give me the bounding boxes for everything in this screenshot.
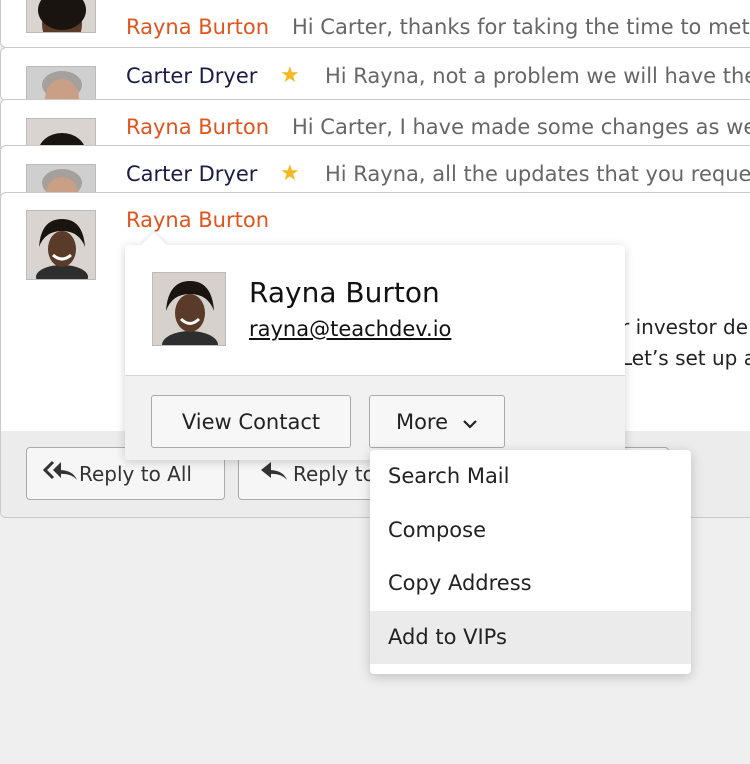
sender-name: Carter Dryer <box>126 162 258 186</box>
more-button[interactable]: More <box>369 395 505 448</box>
contact-email-link[interactable]: rayna@teachdev.io <box>249 317 451 341</box>
message-body-line: Let’s set up a <box>621 346 750 370</box>
more-label: More <box>395 409 449 434</box>
star-icon[interactable]: ★ <box>280 161 300 186</box>
message-row[interactable]: Carter Dryer ★ Hi Rayna, all the updates… <box>0 145 750 199</box>
contact-card-popover: Rayna Burton rayna@teachdev.io View Cont… <box>125 232 625 460</box>
message-snippet: Hi Carter, thanks for taking the time to… <box>292 15 750 39</box>
reply-all-icon <box>42 460 79 488</box>
more-dropdown-menu: Search Mail Compose Copy Address Add to … <box>370 450 691 674</box>
reply-all-label: Reply to All <box>79 461 192 486</box>
avatar <box>26 210 96 280</box>
menu-item-compose[interactable]: Compose <box>370 504 691 558</box>
menu-item-add-to-vips[interactable]: Add to VIPs <box>370 610 691 664</box>
sender-name: Rayna Burton <box>126 208 270 232</box>
message-snippet: Hi Rayna, all the updates that you reque… <box>325 162 750 186</box>
avatar <box>26 66 96 100</box>
star-icon[interactable]: ★ <box>280 63 300 88</box>
message-row[interactable]: Rayna Burton Hi Carter, thanks for takin… <box>0 0 750 48</box>
message-snippet: Hi Carter, I have made some changes as w… <box>292 115 750 139</box>
sender-name: Rayna Burton <box>126 15 270 39</box>
chevron-down-icon <box>462 410 478 434</box>
sender-name: Rayna Burton <box>126 115 270 139</box>
menu-item-search-mail[interactable]: Search Mail <box>370 450 691 504</box>
contact-card-actions: View Contact More <box>125 375 625 460</box>
menu-item-copy-address[interactable]: Copy Address <box>370 557 691 611</box>
contact-photo <box>152 272 226 346</box>
view-contact-button[interactable]: View Contact <box>151 395 351 448</box>
message-snippet: Hi Rayna, not a problem we will have the <box>325 64 750 88</box>
reply-icon <box>259 460 289 488</box>
contact-name: Rayna Burton <box>249 276 440 309</box>
message-row[interactable]: Carter Dryer ★ Hi Rayna, not a problem w… <box>0 47 750 101</box>
avatar <box>26 0 96 33</box>
message-body-line: r investor de <box>621 315 749 339</box>
sender-name: Carter Dryer <box>126 64 258 88</box>
reply-label: Reply to <box>293 461 375 486</box>
